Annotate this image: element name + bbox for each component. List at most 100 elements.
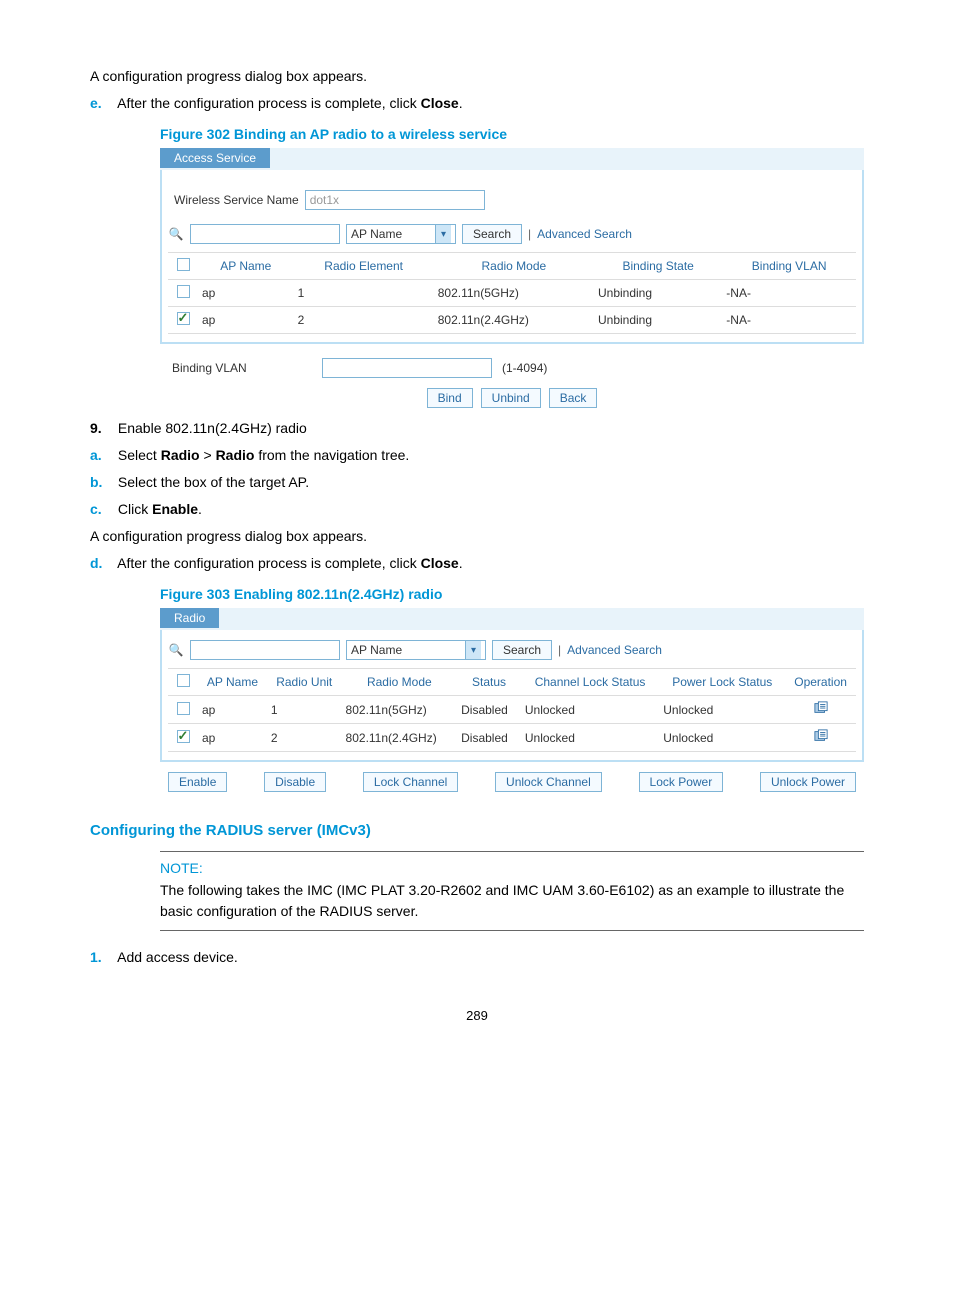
chevron-down-icon: ▾ (435, 225, 451, 243)
unlock-channel-button[interactable]: Unlock Channel (495, 772, 602, 792)
disable-button[interactable]: Disable (264, 772, 326, 792)
cell-mode: 802.11n(2.4GHz) (342, 724, 458, 752)
cell-elem: 1 (294, 280, 434, 307)
cell-mode: 802.11n(5GHz) (342, 696, 458, 724)
step-9a: a. Select Radio > Radio from the navigat… (90, 445, 864, 466)
back-button[interactable]: Back (549, 388, 598, 408)
col-ap-name[interactable]: AP Name (198, 669, 267, 696)
enable-button[interactable]: Enable (168, 772, 227, 792)
col-binding-vlan[interactable]: Binding VLAN (722, 253, 856, 280)
advanced-search-link[interactable]: Advanced Search (537, 227, 632, 241)
step-e-text: After the configuration process is compl… (117, 95, 462, 111)
cell-unit: 1 (267, 696, 342, 724)
bind-button[interactable]: Bind (427, 388, 473, 408)
section-heading-radius: Configuring the RADIUS server (IMCv3) (90, 822, 864, 839)
step-d-continuation: A configuration progress dialog box appe… (90, 66, 864, 87)
step-e: e. After the configuration process is co… (90, 93, 864, 114)
step-9c: c. Click Enable. (90, 499, 864, 520)
step-number-1: 1. (90, 947, 114, 968)
figure-303-caption: Figure 303 Enabling 802.11n(2.4GHz) radi… (160, 586, 864, 602)
figure-303-panel: Radio 🔍 AP Name ▾ Search | Advanced Sear… (160, 608, 864, 792)
lock-power-button[interactable]: Lock Power (639, 772, 724, 792)
col-ap-name[interactable]: AP Name (198, 253, 294, 280)
advanced-search-link[interactable]: Advanced Search (567, 643, 662, 657)
wireless-service-name-label: Wireless Service Name (174, 193, 299, 207)
step-letter-b: b. (90, 472, 114, 493)
search-field-select[interactable]: AP Name ▾ (346, 224, 456, 244)
radio-table: AP Name Radio Unit Radio Mode Status Cha… (168, 668, 856, 752)
search-button[interactable]: Search (492, 640, 552, 660)
step-9: 9. Enable 802.11n(2.4GHz) radio (90, 418, 864, 439)
search-field-select[interactable]: AP Name ▾ (346, 640, 486, 660)
step-1-text: Add access device. (117, 949, 238, 965)
cell-pwlock: Unlocked (659, 696, 785, 724)
search-icon: 🔍 (168, 643, 184, 657)
settings-icon[interactable] (814, 701, 828, 715)
row-checkbox[interactable] (177, 285, 190, 298)
search-input[interactable] (190, 224, 340, 244)
cell-vlan: -NA- (722, 307, 856, 334)
col-radio-element[interactable]: Radio Element (294, 253, 434, 280)
cell-status: Disabled (457, 724, 521, 752)
figure-302-body: Wireless Service Name 🔍 AP Name ▾ Search… (160, 170, 864, 344)
step-letter-e: e. (90, 93, 114, 114)
step-9b: b. Select the box of the target AP. (90, 472, 864, 493)
col-radio-mode[interactable]: Radio Mode (342, 669, 458, 696)
table-row: ap 2 802.11n(2.4GHz) Unbinding -NA- (168, 307, 856, 334)
cell-ap: ap (198, 696, 267, 724)
cell-ap: ap (198, 307, 294, 334)
step-9d: d. After the configuration process is co… (90, 553, 864, 574)
row-checkbox[interactable] (177, 702, 190, 715)
button-row: Enable Disable Lock Channel Unlock Chann… (160, 772, 864, 792)
lock-channel-button[interactable]: Lock Channel (363, 772, 458, 792)
step-9-text: Enable 802.11n(2.4GHz) radio (118, 420, 307, 436)
cell-ap: ap (198, 724, 267, 752)
note-text: The following takes the IMC (IMC PLAT 3.… (160, 880, 864, 922)
row-checkbox[interactable] (177, 730, 190, 743)
cell-chlock: Unlocked (521, 724, 659, 752)
tab-access-service[interactable]: Access Service (160, 148, 270, 168)
col-radio-unit[interactable]: Radio Unit (267, 669, 342, 696)
step-9c-note: A configuration progress dialog box appe… (90, 526, 864, 547)
binding-vlan-row: Binding VLAN (1-4094) (172, 358, 864, 378)
cell-unit: 2 (267, 724, 342, 752)
table-row: ap 2 802.11n(2.4GHz) Disabled Unlocked U… (168, 724, 856, 752)
col-radio-mode[interactable]: Radio Mode (434, 253, 594, 280)
step-letter-c: c. (90, 499, 114, 520)
tab-bar: Access Service (160, 148, 864, 170)
row-checkbox[interactable] (177, 312, 190, 325)
unlock-power-button[interactable]: Unlock Power (760, 772, 856, 792)
unbind-button[interactable]: Unbind (481, 388, 541, 408)
tab-bar: Radio (160, 608, 864, 630)
settings-icon[interactable] (814, 729, 828, 743)
col-operation[interactable]: Operation (785, 669, 856, 696)
binding-vlan-input[interactable] (322, 358, 492, 378)
button-row: Bind Unbind Back (160, 388, 864, 408)
step-number-9: 9. (90, 418, 114, 439)
select-value: AP Name (351, 227, 402, 241)
wireless-service-name-input[interactable] (305, 190, 485, 210)
tab-radio[interactable]: Radio (160, 608, 219, 628)
note-box: NOTE: The following takes the IMC (IMC P… (160, 851, 864, 931)
cell-status: Disabled (457, 696, 521, 724)
note-label: NOTE: (160, 860, 864, 876)
figure-302-panel: Access Service Wireless Service Name 🔍 A… (160, 148, 864, 408)
cell-state: Unbinding (594, 280, 722, 307)
chevron-down-icon: ▾ (465, 641, 481, 659)
binding-vlan-hint: (1-4094) (502, 361, 547, 375)
step-letter-a: a. (90, 445, 114, 466)
col-power-lock[interactable]: Power Lock Status (659, 669, 785, 696)
col-channel-lock[interactable]: Channel Lock Status (521, 669, 659, 696)
search-input[interactable] (190, 640, 340, 660)
cell-mode: 802.11n(5GHz) (434, 280, 594, 307)
search-icon: 🔍 (168, 227, 184, 241)
ap-radio-table: AP Name Radio Element Radio Mode Binding… (168, 252, 856, 334)
figure-302-caption: Figure 302 Binding an AP radio to a wire… (160, 126, 864, 142)
search-button[interactable]: Search (462, 224, 522, 244)
select-all-checkbox[interactable] (177, 258, 190, 271)
col-status[interactable]: Status (457, 669, 521, 696)
figure-303-body: 🔍 AP Name ▾ Search | Advanced Search AP … (160, 630, 864, 762)
cell-state: Unbinding (594, 307, 722, 334)
col-binding-state[interactable]: Binding State (594, 253, 722, 280)
select-all-checkbox[interactable] (177, 674, 190, 687)
